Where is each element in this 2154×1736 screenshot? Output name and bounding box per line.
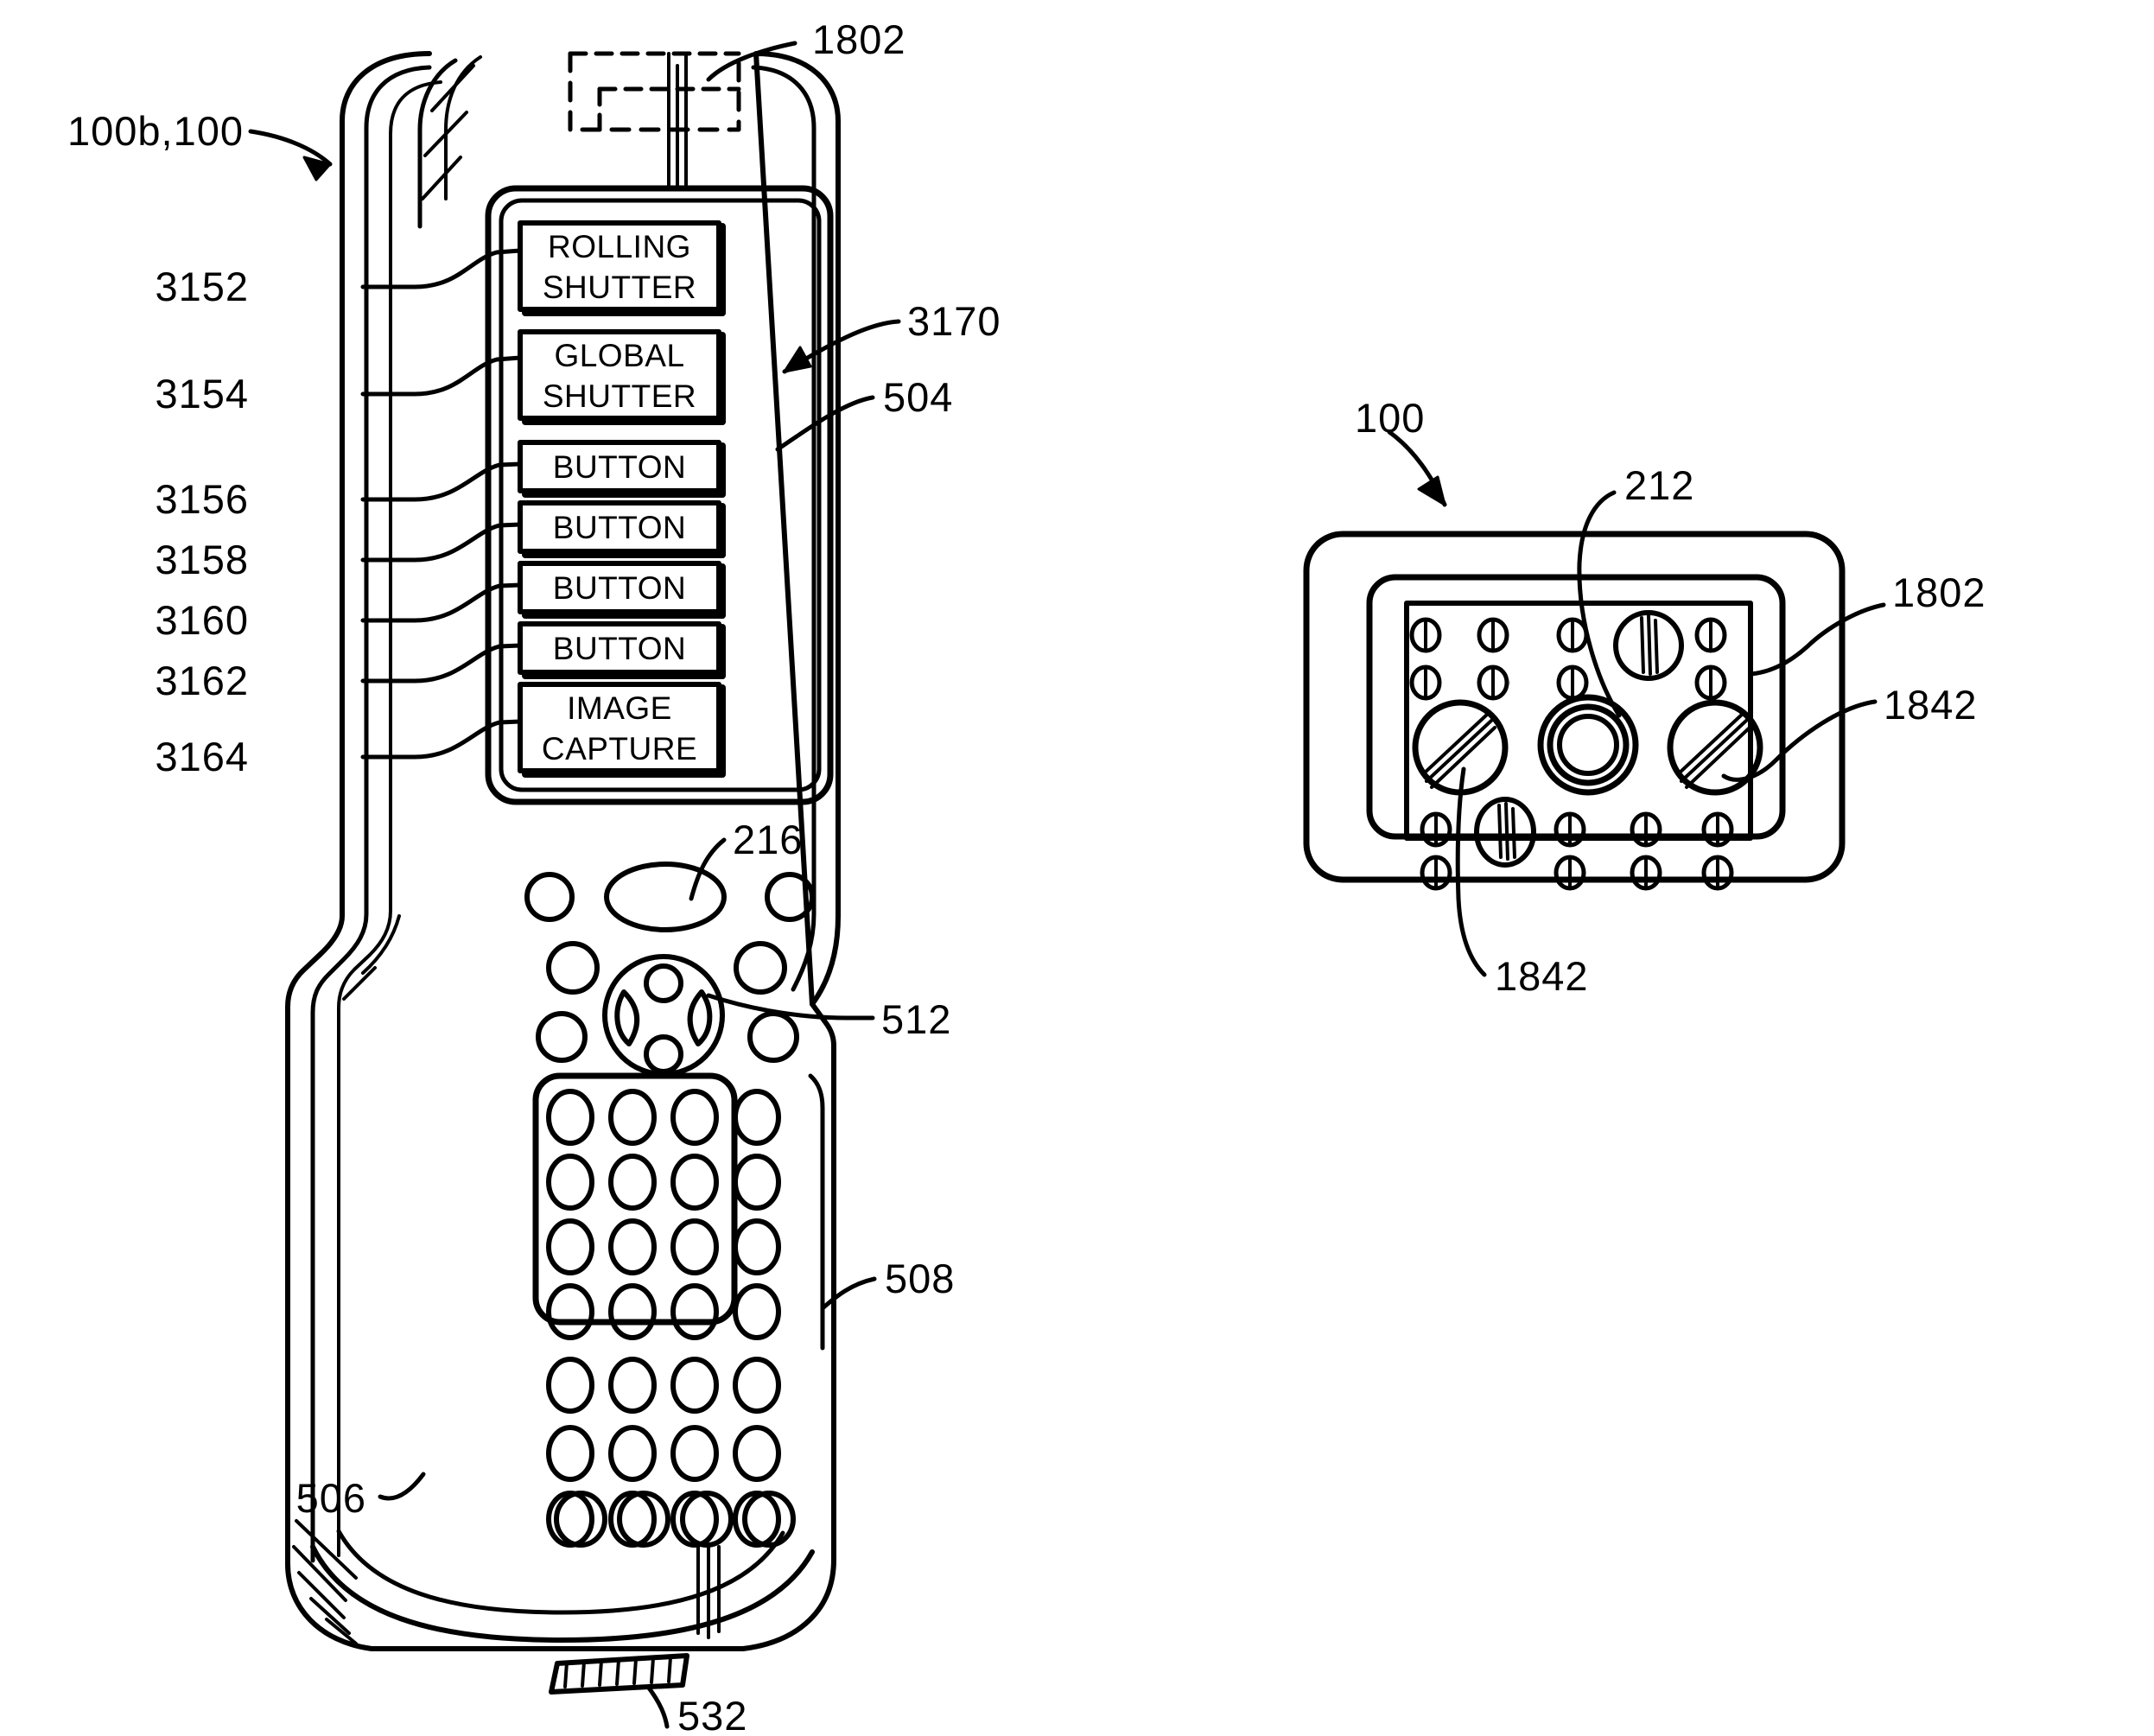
- ref-212: 212: [1624, 462, 1694, 508]
- ref-3156: 3156: [155, 476, 249, 522]
- ref-504: 504: [883, 374, 953, 420]
- menu-label-rolling-2: SHUTTER: [543, 270, 696, 305]
- ref-1842-bottom: 1842: [1495, 953, 1589, 999]
- ref-506: 506: [296, 1475, 366, 1521]
- ref-3160: 3160: [155, 597, 249, 643]
- ref-3164: 3164: [155, 734, 249, 779]
- ref-508: 508: [885, 1256, 955, 1301]
- ref-100b-100: 100b,100: [67, 108, 244, 154]
- ref-216: 216: [733, 817, 803, 862]
- ref-512: 512: [881, 996, 951, 1042]
- ref-3158: 3158: [155, 537, 249, 582]
- ref-532: 532: [677, 1693, 747, 1736]
- ref-1802-left: 1802: [812, 16, 906, 62]
- menu-label-image: IMAGE: [567, 690, 672, 726]
- ref-1842-right: 1842: [1884, 682, 1978, 728]
- ref-1802-right: 1802: [1892, 569, 1986, 615]
- ref-3162: 3162: [155, 658, 249, 703]
- patent-figure: 100b,100 3152 3154 3156 3158 3160 3162 3…: [0, 0, 2154, 1736]
- menu-label-button-2: BUTTON: [553, 510, 686, 545]
- menu-label-global: GLOBAL: [554, 338, 684, 373]
- menu-label-button-1: BUTTON: [553, 449, 686, 485]
- ref-3154: 3154: [155, 371, 249, 417]
- menu-label-global-2: SHUTTER: [543, 378, 696, 414]
- ref-3170: 3170: [907, 298, 1001, 344]
- menu-label-button-4: BUTTON: [553, 631, 686, 666]
- ref-3152: 3152: [155, 264, 249, 309]
- menu-label-capture: CAPTURE: [542, 731, 697, 766]
- ref-100-right: 100: [1355, 395, 1425, 441]
- menu-label-button-3: BUTTON: [553, 570, 686, 606]
- menu-label-rolling: ROLLING: [548, 229, 691, 264]
